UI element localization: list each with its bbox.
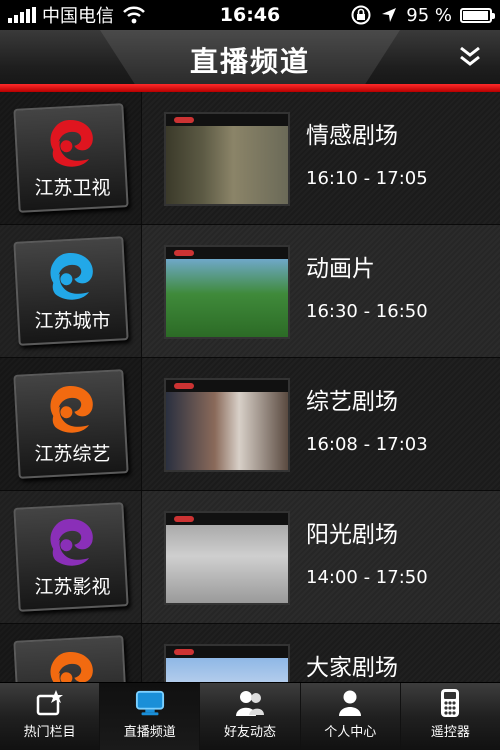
program-time: 16:30 - 16:50 <box>306 301 428 322</box>
channel-name: 江苏城市 <box>34 309 111 332</box>
channel-logo[interactable] <box>13 635 129 682</box>
channel-row[interactable]: 江苏影视 阳光剧场 14:00 - 17:50 <box>0 491 500 624</box>
channel-logo-cell: 江苏城市 <box>0 225 142 357</box>
page-title: 直播频道 <box>189 45 310 78</box>
program-thumbnail[interactable] <box>164 112 290 206</box>
program-time: 16:08 - 17:03 <box>306 434 428 455</box>
program-time: 16:10 - 17:05 <box>306 168 428 189</box>
tab-remote-control[interactable]: 遥控器 <box>401 683 500 750</box>
channel-name: 江苏影视 <box>34 575 111 598</box>
program-thumbnail[interactable] <box>164 378 290 472</box>
double-chevron-down-icon[interactable] <box>456 44 484 70</box>
channel-logo[interactable]: 江苏城市 <box>13 236 129 346</box>
channel-logo-cell: 江苏影视 <box>0 491 142 623</box>
channel-logo-cell: 江苏综艺 <box>0 358 142 490</box>
channel-name: 江苏卫视 <box>34 176 111 199</box>
carrier-name: 中国电信 <box>42 6 114 27</box>
friends-icon <box>235 689 265 717</box>
channel-swirl-icon <box>50 120 93 167</box>
channel-name: 江苏综艺 <box>34 442 111 465</box>
star-folder-icon <box>35 689 65 717</box>
program-title: 大家剧场 <box>306 655 398 681</box>
channel-swirl-icon <box>50 652 93 682</box>
tab-live-channels[interactable]: 直播频道 <box>100 683 201 750</box>
signal-strength-icon <box>8 7 36 23</box>
battery-icon <box>460 7 495 23</box>
tv-icon <box>135 689 165 717</box>
rotation-lock-icon <box>351 5 371 25</box>
remote-control-icon <box>435 689 465 717</box>
location-arrow-icon <box>382 8 397 22</box>
person-icon <box>335 689 365 717</box>
channel-list[interactable]: 江苏卫视 情感剧场 16:10 - 17:05 江苏城市 动画片 16:30 -… <box>0 92 500 682</box>
tab-friends-activity[interactable]: 好友动态 <box>200 683 301 750</box>
channel-row[interactable]: 江苏卫视 情感剧场 16:10 - 17:05 <box>0 92 500 225</box>
channel-logo-cell: 江苏卫视 <box>0 92 142 224</box>
channel-row[interactable]: 大家剧场 <box>0 624 500 682</box>
channel-swirl-icon <box>50 386 93 433</box>
channel-swirl-icon <box>50 519 93 566</box>
channel-logo[interactable]: 江苏影视 <box>13 502 129 612</box>
status-bar: 中国电信 16:46 95 % <box>0 0 500 30</box>
tab-personal-center[interactable]: 个人中心 <box>301 683 401 750</box>
channel-logo[interactable]: 江苏综艺 <box>13 369 129 479</box>
channel-swirl-icon <box>50 253 93 300</box>
program-title: 情感剧场 <box>306 123 398 149</box>
tab-hot-programs[interactable]: 热门栏目 <box>0 683 101 750</box>
title-bar: 直播频道 <box>0 30 500 92</box>
channel-logo-cell <box>0 624 142 682</box>
program-thumbnail[interactable] <box>164 245 290 339</box>
program-time: 14:00 - 17:50 <box>306 567 428 588</box>
battery-percent: 95 % <box>406 4 452 26</box>
program-title: 阳光剧场 <box>306 522 398 548</box>
program-thumbnail[interactable] <box>164 511 290 605</box>
wifi-icon <box>123 6 145 24</box>
channel-row[interactable]: 江苏综艺 综艺剧场 16:08 - 17:03 <box>0 358 500 491</box>
program-title: 动画片 <box>306 256 375 282</box>
channel-logo[interactable]: 江苏卫视 <box>13 103 129 213</box>
tab-bar: 热门栏目 直播频道 好友动态 个人中心 遥控器 <box>0 682 500 750</box>
channel-row[interactable]: 江苏城市 动画片 16:30 - 16:50 <box>0 225 500 358</box>
program-thumbnail[interactable] <box>164 644 290 682</box>
program-title: 综艺剧场 <box>306 389 398 415</box>
